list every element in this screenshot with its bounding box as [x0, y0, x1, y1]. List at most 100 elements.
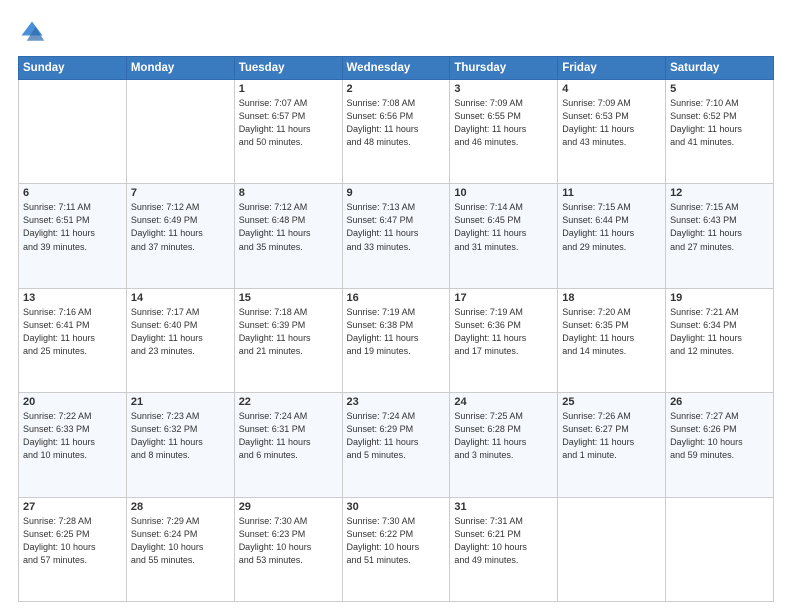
cell-info: Sunrise: 7:22 AM Sunset: 6:33 PM Dayligh… — [23, 410, 122, 462]
day-number: 8 — [239, 187, 338, 199]
cell-info: Sunrise: 7:11 AM Sunset: 6:51 PM Dayligh… — [23, 201, 122, 253]
day-number: 31 — [454, 501, 553, 513]
calendar-cell: 26 Sunrise: 7:27 AM Sunset: 6:26 PM Dayli… — [666, 393, 774, 497]
weekday-header: Monday — [126, 57, 234, 80]
calendar-cell: 27Sunrise: 7:28 AM Sunset: 6:25 PM Dayli… — [19, 497, 127, 601]
day-number: 10 — [454, 187, 553, 199]
day-number: 12 — [670, 187, 769, 199]
calendar-cell: 30Sunrise: 7:30 AM Sunset: 6:22 PM Dayli… — [342, 497, 450, 601]
calendar-cell: 11 Sunrise: 7:15 AM Sunset: 6:44 PM Dayli… — [558, 184, 666, 288]
day-number: 15 — [239, 292, 338, 304]
day-number: 5 — [670, 83, 769, 95]
cell-info: Sunrise: 7:27 AM Sunset: 6:26 PM Dayligh… — [670, 410, 769, 462]
weekday-header: Friday — [558, 57, 666, 80]
day-number: 7 — [131, 187, 230, 199]
weekday-header: Tuesday — [234, 57, 342, 80]
calendar-cell: 31Sunrise: 7:31 AM Sunset: 6:21 PM Dayli… — [450, 497, 558, 601]
cell-info: Sunrise: 7:28 AM Sunset: 6:25 PM Dayligh… — [23, 515, 122, 567]
cell-info: Sunrise: 7:19 AM Sunset: 6:36 PM Dayligh… — [454, 306, 553, 358]
calendar-cell: 8 Sunrise: 7:12 AM Sunset: 6:48 PM Daylig… — [234, 184, 342, 288]
day-number: 2 — [347, 83, 446, 95]
calendar-cell: 16 Sunrise: 7:19 AM Sunset: 6:38 PM Dayli… — [342, 288, 450, 392]
cell-info: Sunrise: 7:10 AM Sunset: 6:52 PM Dayligh… — [670, 97, 769, 149]
cell-info: Sunrise: 7:09 AM Sunset: 6:55 PM Dayligh… — [454, 97, 553, 149]
calendar-cell — [19, 80, 127, 184]
weekday-header: Thursday — [450, 57, 558, 80]
calendar-cell: 25 Sunrise: 7:26 AM Sunset: 6:27 PM Dayli… — [558, 393, 666, 497]
day-number: 16 — [347, 292, 446, 304]
calendar-cell: 4Sunrise: 7:09 AM Sunset: 6:53 PM Daylig… — [558, 80, 666, 184]
day-number: 23 — [347, 396, 446, 408]
cell-info: Sunrise: 7:12 AM Sunset: 6:49 PM Dayligh… — [131, 201, 230, 253]
cell-info: Sunrise: 7:29 AM Sunset: 6:24 PM Dayligh… — [131, 515, 230, 567]
cell-info: Sunrise: 7:16 AM Sunset: 6:41 PM Dayligh… — [23, 306, 122, 358]
cell-info: Sunrise: 7:09 AM Sunset: 6:53 PM Dayligh… — [562, 97, 661, 149]
cell-info: Sunrise: 7:14 AM Sunset: 6:45 PM Dayligh… — [454, 201, 553, 253]
calendar-cell: 19 Sunrise: 7:21 AM Sunset: 6:34 PM Dayli… — [666, 288, 774, 392]
day-number: 29 — [239, 501, 338, 513]
day-number: 25 — [562, 396, 661, 408]
day-number: 13 — [23, 292, 122, 304]
cell-info: Sunrise: 7:24 AM Sunset: 6:31 PM Dayligh… — [239, 410, 338, 462]
day-number: 24 — [454, 396, 553, 408]
cell-info: Sunrise: 7:30 AM Sunset: 6:22 PM Dayligh… — [347, 515, 446, 567]
day-number: 21 — [131, 396, 230, 408]
day-number: 20 — [23, 396, 122, 408]
calendar-cell: 1 Sunrise: 7:07 AM Sunset: 6:57 PM Daylig… — [234, 80, 342, 184]
calendar-cell: 10 Sunrise: 7:14 AM Sunset: 6:45 PM Dayli… — [450, 184, 558, 288]
cell-info: Sunrise: 7:26 AM Sunset: 6:27 PM Dayligh… — [562, 410, 661, 462]
calendar-cell: 5 Sunrise: 7:10 AM Sunset: 6:52 PM Daylig… — [666, 80, 774, 184]
logo-icon — [18, 18, 46, 46]
calendar-cell: 17Sunrise: 7:19 AM Sunset: 6:36 PM Dayli… — [450, 288, 558, 392]
cell-info: Sunrise: 7:24 AM Sunset: 6:29 PM Dayligh… — [347, 410, 446, 462]
day-number: 26 — [670, 396, 769, 408]
calendar-cell: 23 Sunrise: 7:24 AM Sunset: 6:29 PM Dayli… — [342, 393, 450, 497]
cell-info: Sunrise: 7:08 AM Sunset: 6:56 PM Dayligh… — [347, 97, 446, 149]
page: SundayMondayTuesdayWednesdayThursdayFrid… — [0, 0, 792, 612]
calendar-cell: 15 Sunrise: 7:18 AM Sunset: 6:39 PM Dayli… — [234, 288, 342, 392]
cell-info: Sunrise: 7:12 AM Sunset: 6:48 PM Dayligh… — [239, 201, 338, 253]
weekday-header: Saturday — [666, 57, 774, 80]
calendar-cell: 13 Sunrise: 7:16 AM Sunset: 6:41 PM Dayli… — [19, 288, 127, 392]
calendar-cell — [126, 80, 234, 184]
day-number: 22 — [239, 396, 338, 408]
cell-info: Sunrise: 7:30 AM Sunset: 6:23 PM Dayligh… — [239, 515, 338, 567]
calendar-cell: 9Sunrise: 7:13 AM Sunset: 6:47 PM Daylig… — [342, 184, 450, 288]
calendar-cell: 28 Sunrise: 7:29 AM Sunset: 6:24 PM Dayli… — [126, 497, 234, 601]
cell-info: Sunrise: 7:21 AM Sunset: 6:34 PM Dayligh… — [670, 306, 769, 358]
calendar-cell: 18 Sunrise: 7:20 AM Sunset: 6:35 PM Dayli… — [558, 288, 666, 392]
cell-info: Sunrise: 7:18 AM Sunset: 6:39 PM Dayligh… — [239, 306, 338, 358]
calendar-cell: 12 Sunrise: 7:15 AM Sunset: 6:43 PM Dayli… — [666, 184, 774, 288]
calendar-cell: 21Sunrise: 7:23 AM Sunset: 6:32 PM Dayli… — [126, 393, 234, 497]
calendar-cell: 22 Sunrise: 7:24 AM Sunset: 6:31 PM Dayli… — [234, 393, 342, 497]
calendar-cell: 3 Sunrise: 7:09 AM Sunset: 6:55 PM Daylig… — [450, 80, 558, 184]
day-number: 18 — [562, 292, 661, 304]
cell-info: Sunrise: 7:20 AM Sunset: 6:35 PM Dayligh… — [562, 306, 661, 358]
calendar-cell: 14 Sunrise: 7:17 AM Sunset: 6:40 PM Dayli… — [126, 288, 234, 392]
cell-info: Sunrise: 7:25 AM Sunset: 6:28 PM Dayligh… — [454, 410, 553, 462]
day-number: 19 — [670, 292, 769, 304]
calendar-cell: 6 Sunrise: 7:11 AM Sunset: 6:51 PM Daylig… — [19, 184, 127, 288]
calendar-cell: 2 Sunrise: 7:08 AM Sunset: 6:56 PM Daylig… — [342, 80, 450, 184]
cell-info: Sunrise: 7:15 AM Sunset: 6:44 PM Dayligh… — [562, 201, 661, 253]
weekday-header: Sunday — [19, 57, 127, 80]
day-number: 6 — [23, 187, 122, 199]
day-number: 11 — [562, 187, 661, 199]
day-number: 28 — [131, 501, 230, 513]
day-number: 3 — [454, 83, 553, 95]
cell-info: Sunrise: 7:07 AM Sunset: 6:57 PM Dayligh… — [239, 97, 338, 149]
day-number: 14 — [131, 292, 230, 304]
calendar-cell: 7 Sunrise: 7:12 AM Sunset: 6:49 PM Daylig… — [126, 184, 234, 288]
calendar-cell: 20 Sunrise: 7:22 AM Sunset: 6:33 PM Dayli… — [19, 393, 127, 497]
calendar-cell: 29 Sunrise: 7:30 AM Sunset: 6:23 PM Dayli… — [234, 497, 342, 601]
cell-info: Sunrise: 7:15 AM Sunset: 6:43 PM Dayligh… — [670, 201, 769, 253]
day-number: 9 — [347, 187, 446, 199]
day-number: 1 — [239, 83, 338, 95]
calendar-table: SundayMondayTuesdayWednesdayThursdayFrid… — [18, 56, 774, 602]
weekday-header: Wednesday — [342, 57, 450, 80]
logo — [18, 18, 50, 46]
cell-info: Sunrise: 7:19 AM Sunset: 6:38 PM Dayligh… — [347, 306, 446, 358]
cell-info: Sunrise: 7:17 AM Sunset: 6:40 PM Dayligh… — [131, 306, 230, 358]
calendar-cell — [666, 497, 774, 601]
header — [18, 18, 774, 46]
